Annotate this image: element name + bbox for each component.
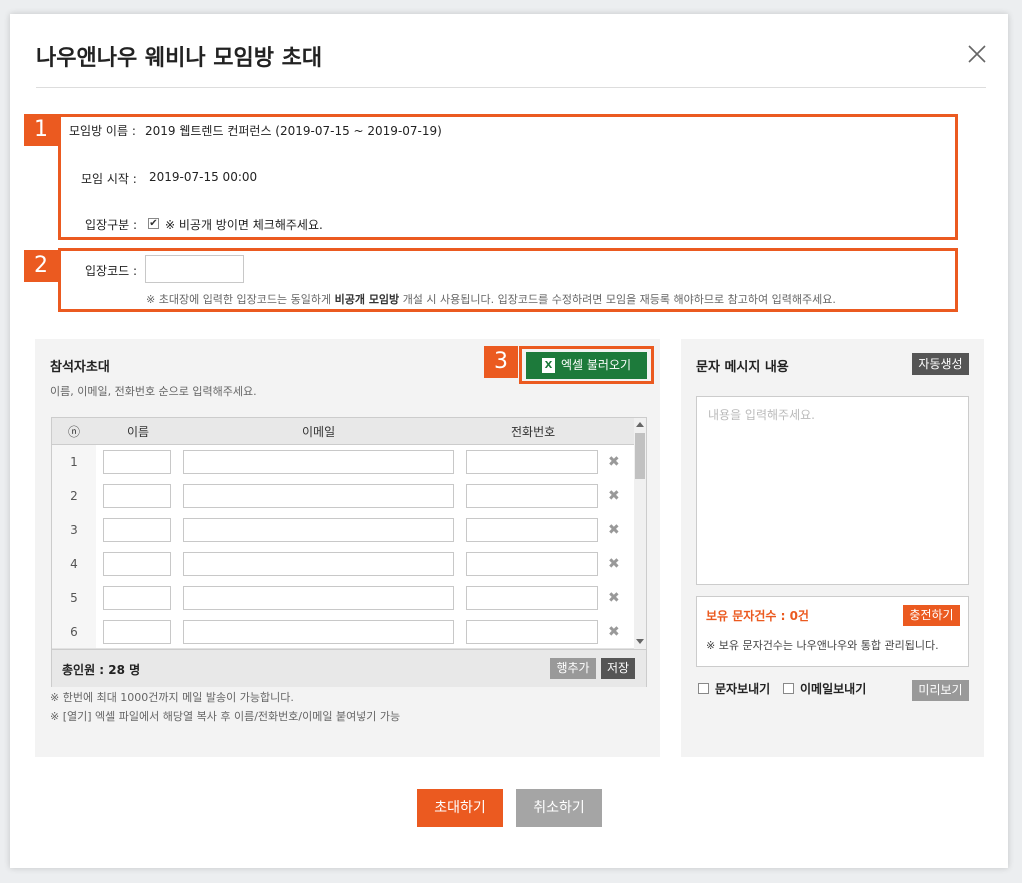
table-row: 4 ✖: [52, 547, 634, 582]
phone-input[interactable]: [466, 518, 598, 542]
total-count: 총인원 : 28 명: [62, 663, 141, 677]
name-input[interactable]: [103, 620, 171, 644]
sms-title: 문자 메시지 내용: [696, 360, 789, 375]
save-button[interactable]: 저장: [601, 658, 635, 679]
excel-import-label: 엑셀 불러오기: [560, 358, 632, 372]
table-row: 1 ✖: [52, 445, 634, 480]
entry-type-label: 입장구분 :: [85, 218, 138, 232]
row-number: 2: [52, 479, 96, 513]
room-name-label: 모임방 이름 :: [69, 124, 136, 138]
email-input[interactable]: [183, 552, 454, 576]
send-email-checkbox[interactable]: [783, 683, 794, 694]
send-email-label: 이메일보내기: [800, 682, 867, 696]
entry-code-note-prefix: ※ 초대장에 입력한 입장코드는 동일하게: [146, 293, 332, 306]
add-row-button[interactable]: 행추가: [550, 658, 596, 679]
name-input[interactable]: [103, 552, 171, 576]
invite-note-1: ※ 한번에 최대 1000건까지 메일 발송이 가능합니다.: [50, 691, 294, 704]
scroll-thumb[interactable]: [635, 433, 645, 479]
grid-footer: 총인원 : 28 명 행추가 저장: [52, 649, 646, 687]
grid-header: ⓝ 이름 이메일 전화번호: [52, 418, 646, 445]
delete-row-icon[interactable]: ✖: [608, 590, 620, 606]
auto-generate-button[interactable]: 자동생성: [912, 353, 969, 375]
name-input[interactable]: [103, 518, 171, 542]
col-email: 이메일: [302, 425, 336, 439]
email-input[interactable]: [183, 518, 454, 542]
sms-balance-note: ※ 보유 문자건수는 나우앤나우와 통합 관리됩니다.: [706, 639, 939, 652]
invite-note-2: ※ [열기] 엑셀 파일에서 해당열 복사 후 이름/전화번호/이메일 붙여넣기…: [50, 710, 401, 723]
start-value: 2019-07-15 00:00: [149, 170, 258, 184]
phone-input[interactable]: [466, 484, 598, 508]
entry-code-note: ※ 초대장에 입력한 입장코드는 동일하게 비공개 모임방 개설 시 사용됩니다…: [146, 291, 836, 307]
col-name: 이름: [127, 425, 150, 439]
delete-row-icon[interactable]: ✖: [608, 454, 620, 470]
charge-button[interactable]: 충전하기: [903, 605, 960, 626]
preview-button[interactable]: 미리보기: [912, 680, 969, 701]
sms-balance-label: 보유 문자건수 : 0건: [706, 609, 809, 623]
send-sms-checkbox[interactable]: [698, 683, 709, 694]
invite-hint: 이름, 이메일, 전화번호 순으로 입력해주세요.: [50, 385, 257, 398]
col-phone: 전화번호: [511, 425, 556, 439]
table-row: 5 ✖: [52, 581, 634, 616]
section-number-1: 1: [24, 114, 58, 146]
delete-row-icon[interactable]: ✖: [608, 624, 620, 640]
email-input[interactable]: [183, 450, 454, 474]
sms-message-textarea[interactable]: 내용을 입력해주세요.: [696, 396, 969, 585]
row-number: 6: [52, 615, 96, 648]
table-row: 3 ✖: [52, 513, 634, 548]
close-icon[interactable]: [965, 42, 989, 66]
invite-dialog: 나우앤나우 웨비나 모임방 초대 1 모임방 이름 : 2019 웹트렌드 컨퍼…: [10, 14, 1008, 868]
email-input[interactable]: [183, 620, 454, 644]
phone-input[interactable]: [466, 586, 598, 610]
email-input[interactable]: [183, 484, 454, 508]
row-number: 5: [52, 581, 96, 615]
title-divider: [36, 87, 986, 88]
room-name-value: 2019 웹트렌드 컨퍼런스 (2019-07-15 ~ 2019-07-19): [145, 124, 442, 138]
row-number: 3: [52, 513, 96, 547]
excel-import-button[interactable]: X 엑셀 불러오기: [526, 352, 647, 379]
grid-scrollbar[interactable]: [634, 418, 646, 649]
name-input[interactable]: [103, 484, 171, 508]
excel-icon: X: [541, 358, 555, 373]
scroll-up-icon[interactable]: [636, 422, 644, 427]
name-input[interactable]: [103, 586, 171, 610]
send-sms-label: 문자보내기: [715, 682, 771, 696]
scroll-down-icon[interactable]: [636, 639, 644, 644]
row-number: 4: [52, 547, 96, 581]
cancel-button[interactable]: 취소하기: [516, 789, 602, 827]
dialog-title: 나우앤나우 웨비나 모임방 초대: [36, 46, 323, 71]
start-label: 모임 시작 :: [81, 172, 137, 186]
email-input[interactable]: [183, 586, 454, 610]
row-number: 1: [52, 445, 96, 479]
private-room-note: ※ 비공개 방이면 체크해주세요.: [165, 218, 323, 232]
entry-code-label: 입장코드 :: [85, 264, 138, 278]
entry-code-input[interactable]: [145, 255, 244, 283]
attendee-grid: ⓝ 이름 이메일 전화번호 1 ✖ 2 ✖ 3 ✖ 4 ✖ 5 ✖ 6 ✖ 총인…: [51, 417, 647, 687]
invite-button[interactable]: 초대하기: [417, 789, 503, 827]
name-input[interactable]: [103, 450, 171, 474]
section-number-2: 2: [24, 250, 58, 282]
section-number-3: 3: [484, 346, 518, 378]
table-row: 2 ✖: [52, 479, 634, 514]
delete-row-icon[interactable]: ✖: [608, 522, 620, 538]
delete-row-icon[interactable]: ✖: [608, 556, 620, 572]
entry-code-note-suffix: 개설 시 사용됩니다. 입장코드를 수정하려면 모임을 재등록 해야하므로 참고…: [402, 293, 836, 306]
sms-placeholder: 내용을 입력해주세요.: [708, 408, 815, 422]
phone-input[interactable]: [466, 450, 598, 474]
entry-code-note-bold: 비공개 모임방: [334, 293, 400, 306]
col-number: ⓝ: [68, 425, 81, 439]
private-room-checkbox[interactable]: ✔: [148, 218, 159, 229]
delete-row-icon[interactable]: ✖: [608, 488, 620, 504]
phone-input[interactable]: [466, 552, 598, 576]
phone-input[interactable]: [466, 620, 598, 644]
invite-title: 참석자초대: [50, 360, 110, 375]
table-row: 6 ✖: [52, 615, 634, 649]
